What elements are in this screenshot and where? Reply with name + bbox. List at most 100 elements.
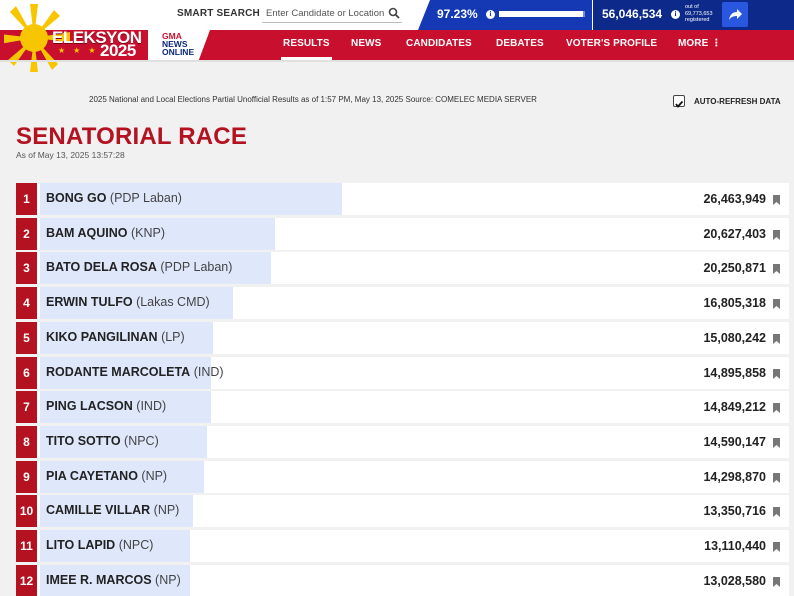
candidate-row[interactable]: 6 RODANTE MARCOLETA (IND) 14,895,858 [16,357,789,389]
candidate-name: KIKO PANGILINAN [46,330,158,344]
candidate-label[interactable]: KIKO PANGILINAN (LP) [46,330,185,344]
auto-refresh-label[interactable]: AUTO-REFRESH DATA [694,97,781,106]
candidate-label[interactable]: CAMILLE VILLAR (NP) [46,503,179,517]
nav-debates[interactable]: DEBATES [496,38,544,49]
candidate-row[interactable]: 10 CAMILLE VILLAR (NP) 13,350,716 [16,495,789,527]
rank-badge: 1 [16,183,37,215]
share-button[interactable] [722,2,748,27]
eleksyon-logo[interactable]: ELEKSYON ★★★ 2025 [0,0,150,72]
candidate-row[interactable]: 9 PIA CAYETANO (NP) 14,298,870 [16,461,789,493]
vote-count: 13,110,440 [704,539,766,553]
rank-badge: 6 [16,357,37,389]
candidate-row[interactable]: 5 KIKO PANGILINAN (LP) 15,080,242 [16,322,789,354]
candidate-row[interactable]: 2 BAM AQUINO (KNP) 20,627,403 [16,218,789,250]
candidate-label[interactable]: BATO DELA ROSA (PDP Laban) [46,260,232,274]
bookmark-icon[interactable] [773,507,780,517]
candidate-name: IMEE R. MARCOS [46,573,152,587]
candidate-label[interactable]: PIA CAYETANO (NP) [46,469,167,483]
vote-count: 20,627,403 [703,227,766,241]
candidate-label[interactable]: TITO SOTTO (NPC) [46,434,159,448]
candidate-name: TITO SOTTO [46,434,121,448]
candidate-label[interactable]: PING LACSON (IND) [46,399,166,413]
bookmark-icon[interactable] [773,542,780,552]
vote-count: 14,590,147 [703,435,766,449]
candidate-party: (NP) [153,503,180,517]
candidate-name: BATO DELA ROSA [46,260,157,274]
candidate-label[interactable]: BONG GO (PDP Laban) [46,191,182,205]
rank-badge: 4 [16,287,37,319]
candidate-row[interactable]: 11 LITO LAPID (NPC) 13,110,440 [16,530,789,562]
bookmark-icon[interactable] [773,264,780,274]
bookmark-icon[interactable] [773,334,780,344]
rank-badge: 10 [16,495,37,527]
vote-count: 14,849,212 [703,400,766,414]
vote-count: 14,895,858 [703,366,766,380]
checkmark-icon [675,100,684,108]
candidate-name: CAMILLE VILLAR [46,503,151,517]
vote-count: 15,080,242 [703,331,766,345]
rank-badge: 2 [16,218,37,250]
rank-badge: 11 [16,530,37,562]
vote-count: 13,350,716 [703,504,766,518]
candidate-label[interactable]: LITO LAPID (NPC) [46,538,153,552]
candidate-name: LITO LAPID [46,538,116,552]
candidate-party: (LP) [161,330,185,344]
search-box[interactable] [262,4,402,23]
nav-more[interactable]: MORE ⋮ [678,38,721,49]
candidate-party: (NPC) [124,434,159,448]
registered-voters-text: out of 69,773,653 registered [685,4,713,23]
candidate-party: (NP) [141,469,168,483]
bookmark-icon[interactable] [773,369,780,379]
bookmark-icon[interactable] [773,403,780,413]
nav-results[interactable]: RESULTS [281,38,332,60]
auto-refresh-checkbox[interactable] [673,95,685,108]
progress-bar-fill [499,11,583,17]
nav-candidates[interactable]: CANDIDATES [406,38,472,49]
bookmark-icon[interactable] [773,473,780,483]
candidate-party: (NPC) [118,538,154,552]
candidate-name: PING LACSON [46,399,133,413]
candidate-party: (PDP Laban) [109,191,182,205]
candidate-row[interactable]: 1 BONG GO (PDP Laban) 26,463,949 [16,183,789,215]
logo-year: 2025 [100,41,136,60]
progress-bar [499,11,585,17]
info-icon[interactable]: i [486,10,495,19]
bookmark-icon[interactable] [773,195,780,205]
page-title: SENATORIAL RACE [16,123,248,150]
candidate-party: (IND) [193,365,224,379]
search-input[interactable] [266,6,386,20]
candidate-label[interactable]: ERWIN TULFO (Lakas CMD) [46,295,210,309]
candidate-row[interactable]: 8 TITO SOTTO (NPC) 14,590,147 [16,426,789,458]
candidate-name: ERWIN TULFO [46,295,133,309]
candidate-label[interactable]: IMEE R. MARCOS (NP) [46,573,181,587]
site-header: ELEKSYON ★★★ 2025 GMA NEWS ONLINE SMART … [0,0,794,72]
votes-counted: 56,046,534 [602,7,663,21]
smart-search-label: SMART SEARCH [177,8,260,19]
vote-count: 26,463,949 [703,192,766,206]
header-divider [0,60,794,62]
votes-info-icon[interactable]: i [671,10,680,19]
bookmark-icon[interactable] [773,438,780,448]
candidate-name: BAM AQUINO [46,226,128,240]
rank-badge: 7 [16,391,37,423]
bookmark-icon[interactable] [773,299,780,309]
candidate-row[interactable]: 4 ERWIN TULFO (Lakas CMD) 16,805,318 [16,287,789,319]
candidate-party: (Lakas CMD) [136,295,210,309]
candidate-label[interactable]: BAM AQUINO (KNP) [46,226,165,240]
search-icon[interactable] [388,7,400,19]
candidate-label[interactable]: RODANTE MARCOLETA (IND) [46,365,224,379]
bookmark-icon[interactable] [773,230,780,240]
candidate-row[interactable]: 7 PING LACSON (IND) 14,849,212 [16,391,789,423]
bookmark-icon[interactable] [773,577,780,587]
share-arrow-icon [729,9,742,20]
nav-news[interactable]: NEWS [351,38,381,49]
candidate-row[interactable]: 3 BATO DELA ROSA (PDP Laban) 20,250,871 [16,252,789,284]
candidate-row[interactable]: 12 IMEE R. MARCOS (NP) 13,028,580 [16,565,789,596]
rank-badge: 9 [16,461,37,493]
candidate-party: (NP) [155,573,181,587]
vote-count: 14,298,870 [703,470,766,484]
rank-badge: 5 [16,322,37,354]
candidate-party: (KNP) [130,226,165,240]
rank-badge: 12 [16,565,37,596]
nav-voters-profile[interactable]: VOTER'S PROFILE [566,38,657,49]
